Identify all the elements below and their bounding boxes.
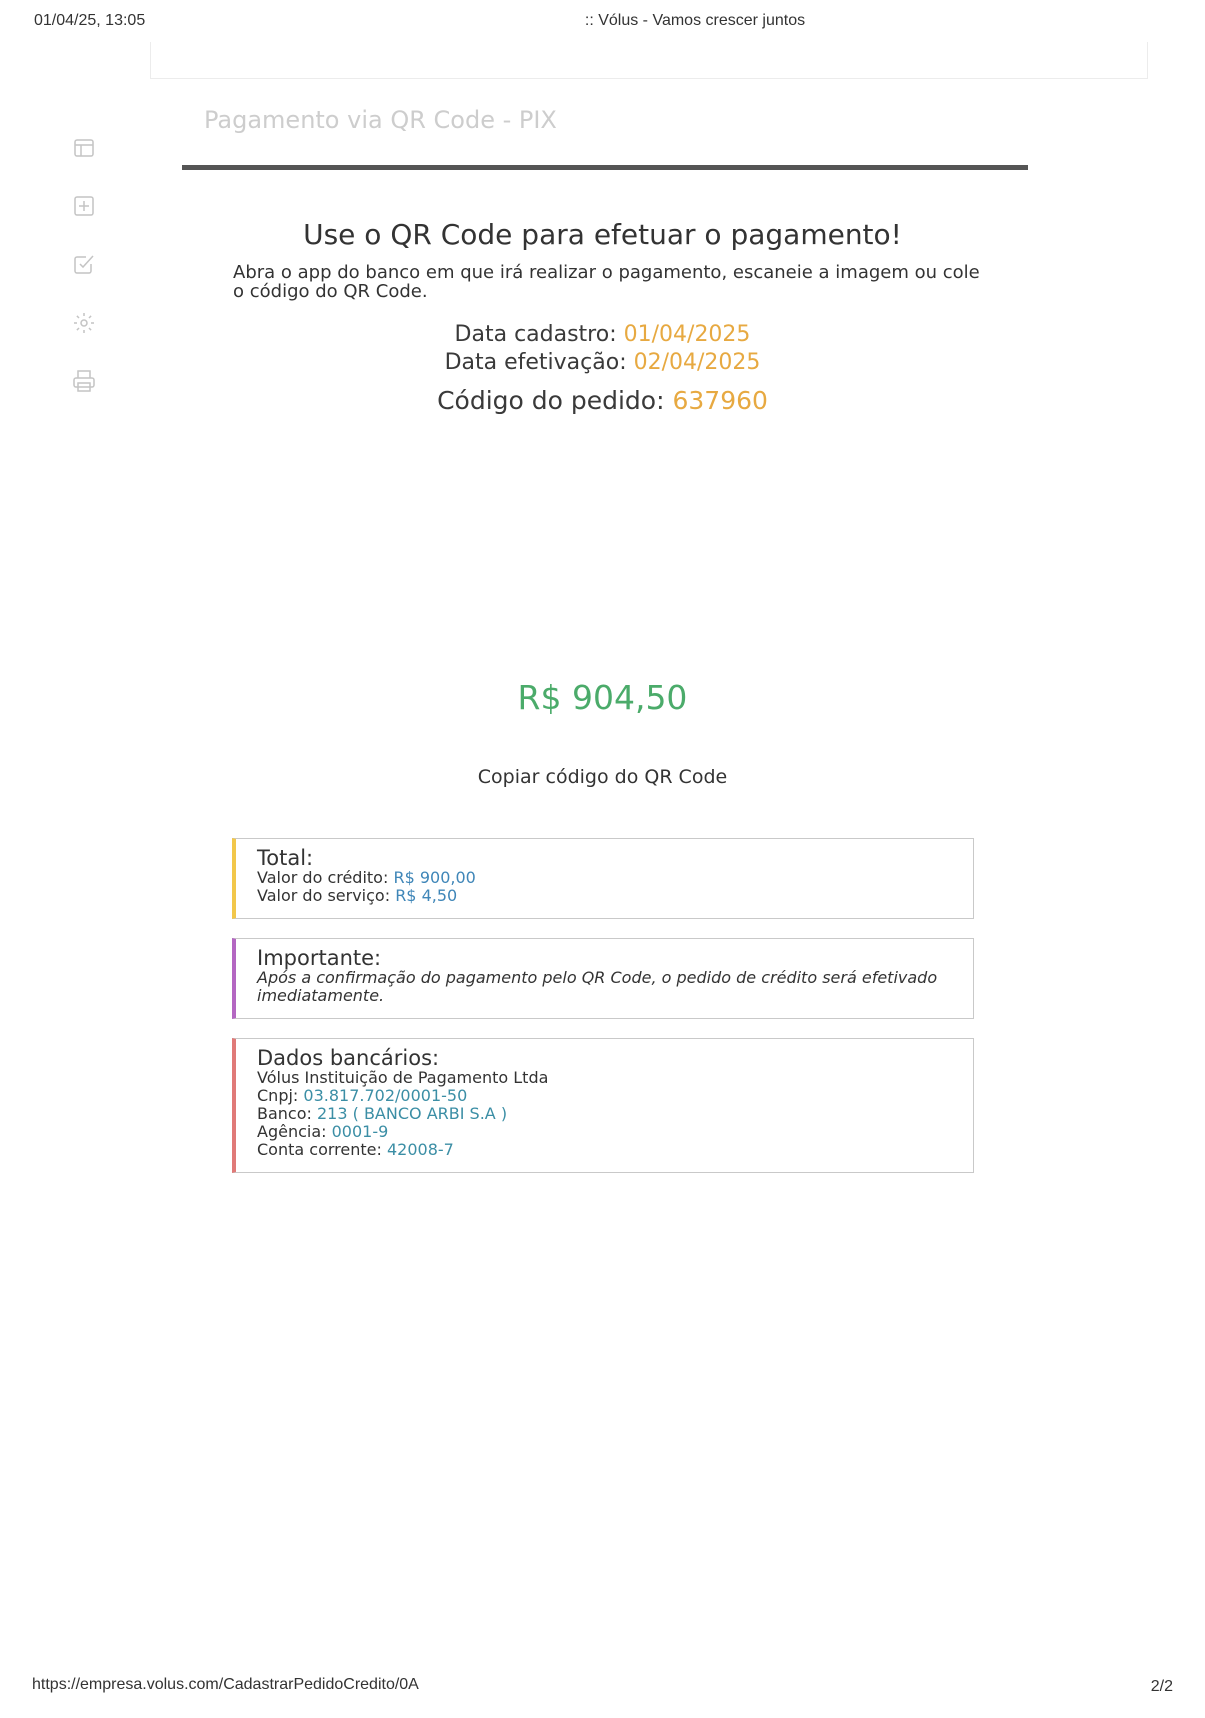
window-title: :: Vólus - Vamos crescer juntos	[584, 12, 806, 29]
page-title: Pagamento via QR Code - PIX	[204, 106, 557, 134]
order-code-label: Código do pedido:	[437, 386, 665, 415]
agency-label: Agência:	[257, 1122, 327, 1141]
credit-value: R$ 900,00	[393, 868, 476, 887]
data-efetivacao-label: Data efetivação:	[444, 350, 627, 375]
credit-value-label: Valor do crédito:	[257, 868, 389, 887]
total-title: Total:	[257, 846, 314, 870]
total-box: Total: Valor do crédito: R$ 900,00 Valor…	[232, 838, 974, 919]
service-value: R$ 4,50	[395, 886, 458, 905]
bank-row: Banco: 213 ( BANCO ARBI S.A )	[257, 1105, 953, 1123]
checkbox-icon[interactable]	[72, 252, 96, 276]
agency-row: Agência: 0001-9	[257, 1123, 953, 1141]
company-name: Vólus Instituição de Pagamento Ltda	[257, 1068, 549, 1087]
data-cadastro-value: 01/04/2025	[623, 322, 751, 347]
add-square-icon[interactable]	[72, 194, 96, 218]
print-url: https://empresa.volus.com/CadastrarPedid…	[32, 1676, 419, 1693]
bank-data-title: Dados bancários:	[257, 1046, 440, 1070]
service-value-row: Valor do serviço: R$ 4,50	[257, 887, 953, 905]
service-value-label: Valor do serviço:	[257, 886, 391, 905]
top-header-frame	[150, 42, 1148, 79]
cnpj-row: Cnpj: 03.817.702/0001-50	[257, 1087, 953, 1105]
bank-value: 213 ( BANCO ARBI S.A )	[317, 1104, 508, 1123]
credit-value-row: Valor do crédito: R$ 900,00	[257, 869, 953, 887]
order-code-value: 637960	[672, 386, 768, 415]
account-label: Conta corrente:	[257, 1140, 382, 1159]
print-page-number: 2/2	[1150, 1678, 1173, 1695]
payment-instructions: Abra o app do banco em que irá realizar …	[233, 262, 980, 302]
important-text: Após a confirmação do pagamento pelo QR …	[257, 968, 938, 1005]
order-code-row: Código do pedido: 637960	[0, 386, 1205, 415]
agency-value: 0001-9	[331, 1122, 389, 1141]
important-box: Importante: Após a confirmação do pagame…	[232, 938, 974, 1019]
account-value: 42008-7	[386, 1140, 454, 1159]
copy-qr-code-button[interactable]: Copiar código do QR Code	[0, 766, 1205, 788]
title-divider	[182, 165, 1028, 170]
cnpj-value: 03.817.702/0001-50	[303, 1086, 468, 1105]
data-cadastro-row: Data cadastro: 01/04/2025	[0, 322, 1205, 347]
account-row: Conta corrente: 42008-7	[257, 1141, 953, 1159]
payment-heading: Use o QR Code para efetuar o pagamento!	[303, 218, 902, 251]
bank-label: Banco:	[257, 1104, 312, 1123]
data-efetivacao-value: 02/04/2025	[633, 350, 761, 375]
data-efetivacao-row: Data efetivação: 02/04/2025	[0, 350, 1205, 375]
bank-data-box: Dados bancários: Vólus Instituição de Pa…	[232, 1038, 974, 1173]
data-cadastro-label: Data cadastro:	[454, 322, 617, 347]
important-title: Importante:	[257, 946, 382, 970]
dashboard-icon[interactable]	[72, 136, 96, 160]
payment-amount: R$ 904,50	[517, 678, 688, 717]
cnpj-label: Cnpj:	[257, 1086, 299, 1105]
